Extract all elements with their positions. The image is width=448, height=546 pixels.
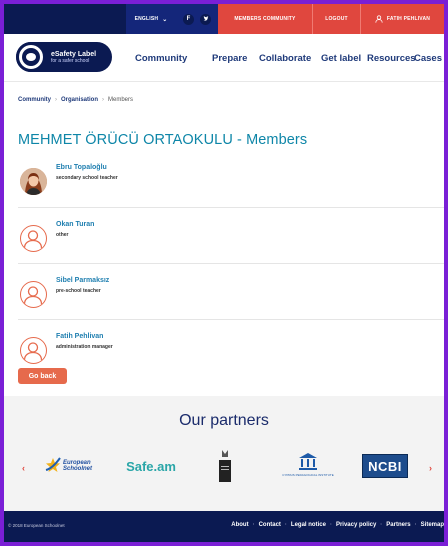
user-icon[interactable] [20, 225, 47, 252]
partner-logo-european-schoolnet[interactable]: European Schoolnet [38, 452, 102, 480]
user-icon [375, 15, 383, 23]
divider [18, 319, 444, 320]
member-photo[interactable] [20, 168, 47, 195]
member-item: Ebru Topaloğlu secondary school teacher [18, 164, 444, 210]
user-icon[interactable] [20, 281, 47, 308]
breadcrumb-separator: › [55, 97, 57, 103]
partner-name: European Schoolnet [63, 459, 93, 472]
logo-subtitle: for a safer school [51, 57, 90, 64]
nav-cases[interactable]: Cases [414, 34, 442, 82]
chevron-left-icon[interactable]: ‹ [22, 463, 25, 473]
language-label: ENGLISH [134, 16, 159, 22]
top-bar: ENGLISH ⌄ f MEMBERS COMMUNITY LOGOUT FAT… [4, 4, 444, 34]
partner-name: CYPRUS PEDAGOGICAL INSTITUTE [282, 473, 334, 478]
footer-dot: · [414, 522, 417, 528]
crest-icon [219, 450, 231, 482]
partners-title: Our partners [179, 412, 269, 429]
partner-name: Safe.am [126, 458, 176, 474]
nav-get-label[interactable]: Get label [321, 34, 361, 82]
nav-prepare[interactable]: Prepare [212, 34, 247, 82]
footer-link-about[interactable]: About [231, 522, 248, 528]
member-name[interactable]: Fatih Pehlivan [56, 333, 103, 340]
member-name[interactable]: Sibel Parmaksız [56, 277, 109, 284]
chevron-right-icon[interactable]: › [429, 463, 432, 473]
footer-link-partners[interactable]: Partners [386, 522, 410, 528]
twitter-icon[interactable] [200, 13, 211, 25]
logo-emblem-icon [16, 42, 46, 72]
member-item: Fatih Pehlivan administration manager [18, 333, 444, 379]
site-header: eSafety Label for a safer school Communi… [4, 34, 444, 82]
member-name[interactable]: Ebru Topaloğlu [56, 164, 107, 171]
user-name: FATIH PEHLIVAN [386, 16, 431, 22]
logo-title: eSafety Label [51, 50, 97, 58]
breadcrumb-community[interactable]: Community [18, 97, 51, 103]
language-selector[interactable]: ENGLISH ⌄ [126, 4, 176, 34]
partner-name: NCBI [368, 458, 402, 474]
esafety-logo[interactable]: eSafety Label for a safer school [16, 42, 112, 72]
footer-link-privacy[interactable]: Privacy policy [336, 522, 376, 528]
member-role: other [56, 232, 69, 238]
footer-link-legal[interactable]: Legal notice [291, 522, 326, 528]
copyright: © 2018 European Schoolnet [8, 523, 65, 528]
partner-logo-ncbi[interactable]: NCBI [362, 454, 408, 478]
footer-dot: · [252, 522, 255, 528]
page-title: MEHMET ÖRÜCÜ ORTAOKULU - Members [18, 132, 308, 148]
chevron-down-icon: ⌄ [162, 16, 168, 23]
divider [18, 263, 444, 264]
nav-collaborate[interactable]: Collaborate [259, 34, 311, 82]
social-links: f [176, 4, 218, 34]
footer-dot: · [329, 522, 332, 528]
facebook-icon[interactable]: f [183, 13, 194, 25]
member-role: administration manager [56, 344, 113, 350]
footer-dot: · [284, 522, 287, 528]
user-menu[interactable]: FATIH PEHLIVAN [360, 4, 444, 34]
institute-icon [299, 453, 317, 471]
go-back-button[interactable]: Go back [18, 368, 67, 384]
breadcrumb: Community › Organisation › Members [18, 97, 133, 103]
breadcrumb-members: Members [108, 97, 134, 103]
breadcrumb-organisation[interactable]: Organisation [61, 97, 98, 103]
browser-frame: ENGLISH ⌄ f MEMBERS COMMUNITY LOGOUT FAT… [4, 4, 444, 542]
members-community-link[interactable]: MEMBERS COMMUNITY [218, 4, 312, 34]
european-schoolnet-icon [45, 457, 61, 472]
nav-resources[interactable]: Resources [367, 34, 416, 82]
breadcrumb-separator: › [102, 97, 105, 103]
footer-links: About · Contact · Legal notice · Privacy… [231, 522, 444, 528]
footer-link-sitemap[interactable]: Sitemap [421, 522, 444, 528]
nav-community[interactable]: Community [135, 34, 187, 82]
site-footer: © 2018 European Schoolnet About · Contac… [4, 511, 444, 542]
footer-dot: · [380, 522, 383, 528]
footer-link-contact[interactable]: Contact [259, 522, 281, 528]
partner-logo-emblem[interactable] [218, 448, 232, 482]
member-item: Okan Turan other [18, 221, 444, 267]
partner-logo-safe-am[interactable]: Safe.am [120, 452, 182, 480]
partners-section: Our partners ‹ › European Schoolnet Safe… [4, 396, 444, 511]
partner-logo-cyprus-pedagogical[interactable]: CYPRUS PEDAGOGICAL INSTITUTE [280, 448, 336, 482]
member-role: pre-school teacher [56, 288, 101, 294]
logout-link[interactable]: LOGOUT [312, 4, 360, 34]
member-name[interactable]: Okan Turan [56, 221, 94, 228]
member-item: Sibel Parmaksız pre-school teacher [18, 277, 444, 323]
user-icon[interactable] [20, 337, 47, 364]
divider [18, 207, 444, 208]
member-role: secondary school teacher [56, 175, 118, 181]
